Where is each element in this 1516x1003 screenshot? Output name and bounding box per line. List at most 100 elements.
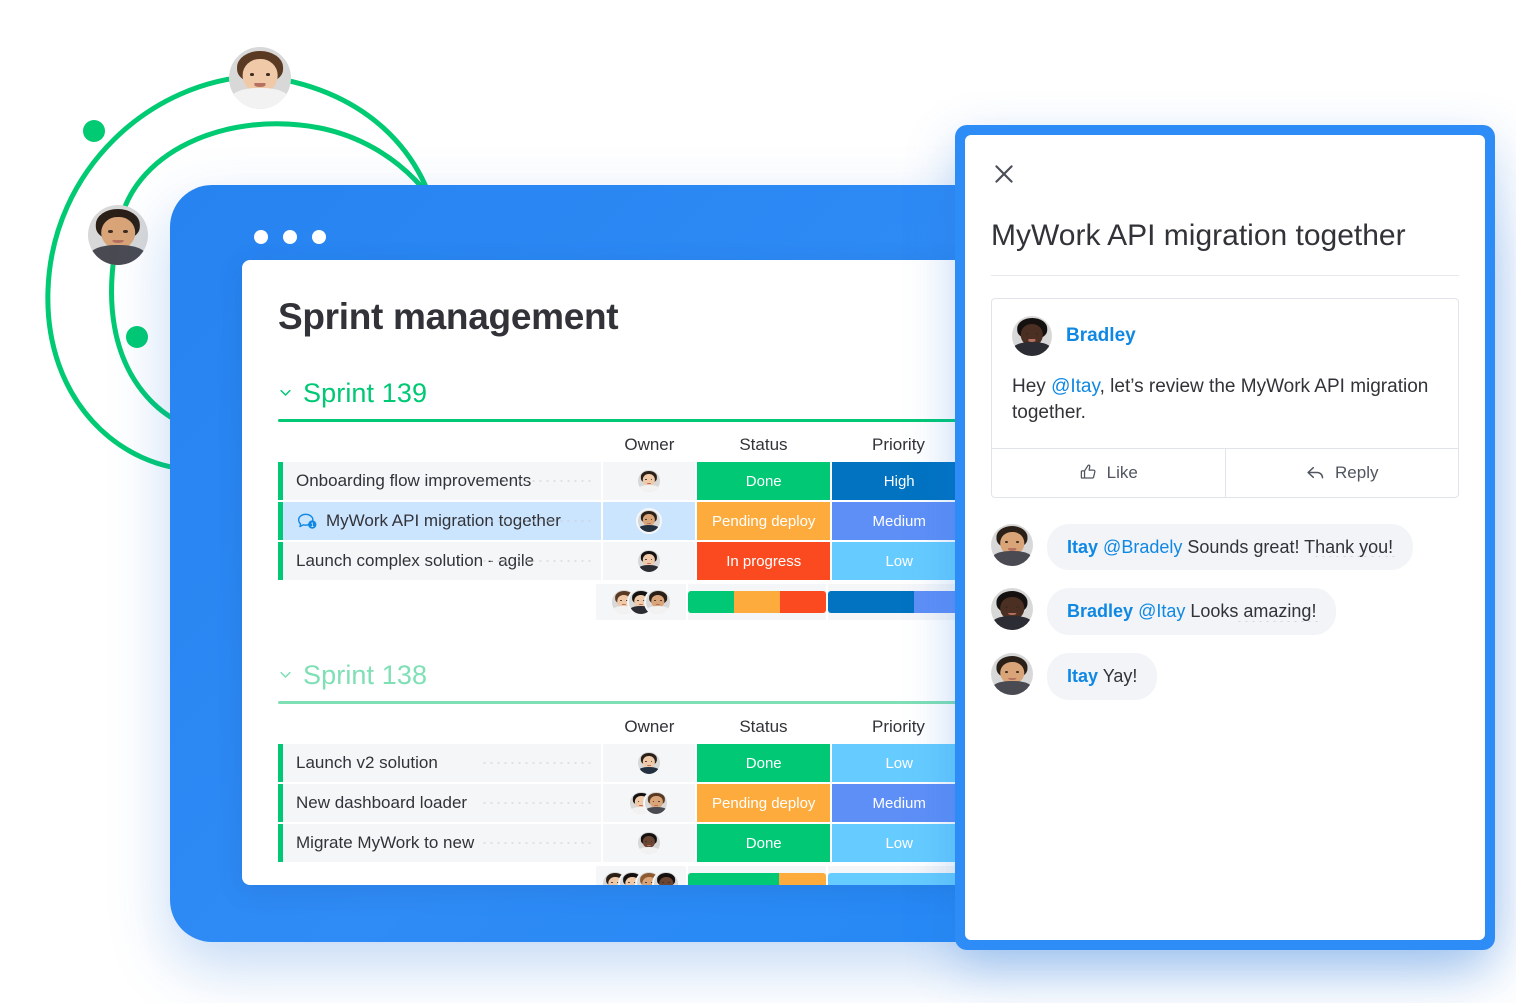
avatar xyxy=(1012,316,1052,356)
table-row[interactable]: Onboarding flow improvements Done High xyxy=(278,462,966,500)
summary-priority-cell[interactable] xyxy=(828,584,966,620)
owner-avatars[interactable] xyxy=(628,790,670,816)
mention-itay[interactable]: @Itay xyxy=(1051,376,1100,397)
owner-avatar xyxy=(635,508,662,534)
column-header-owner[interactable]: Owner xyxy=(603,717,696,737)
row-status-cell[interactable]: Done xyxy=(696,744,831,782)
column-header-status[interactable]: Status xyxy=(696,717,831,737)
table-row[interactable]: Launch v2 solution Done Low xyxy=(278,744,966,782)
status-label: Pending deploy xyxy=(712,794,816,812)
row-title-cell[interactable]: New dashboard loader xyxy=(278,784,601,822)
sprint-group-header[interactable]: Sprint 138 xyxy=(278,660,970,691)
row-title-cell[interactable]: Onboarding flow improvements xyxy=(278,462,601,500)
table-row[interactable]: 1 MyWork API migration together Pending de… xyxy=(278,502,966,540)
post-author-name[interactable]: Bradley xyxy=(1066,325,1136,347)
table-row[interactable]: Launch complex solution - agile In progre… xyxy=(278,542,966,580)
row-priority-cell[interactable]: Medium xyxy=(832,502,966,540)
reply-avatar xyxy=(991,653,1033,696)
sprint-group-title[interactable]: Sprint 138 xyxy=(303,660,427,691)
row-title-cell[interactable]: Migrate MyWork to new xyxy=(278,824,601,862)
row-title-text: Migrate MyWork to new xyxy=(296,833,475,852)
owner-avatars[interactable] xyxy=(635,468,662,494)
summary-priority-cell[interactable] xyxy=(828,866,966,885)
screenshot-root: Sprint management Sprint 139 Owner Status P… xyxy=(0,0,1516,1003)
row-status-cell[interactable]: Pending deploy xyxy=(696,784,831,822)
window-dot xyxy=(312,230,326,244)
chat-content: Bradley Hey @Itay, let’s review the MyWo… xyxy=(965,276,1485,701)
post-header: Bradley xyxy=(992,299,1458,356)
row-title-cell[interactable]: Launch complex solution - agile xyxy=(278,542,601,580)
reply-arrow-icon xyxy=(1307,467,1324,479)
row-status-cell[interactable]: Done xyxy=(696,462,831,500)
sprint-group-header[interactable]: Sprint 139 xyxy=(278,378,970,409)
summary-owner-cell[interactable] xyxy=(595,866,686,885)
summary-owner-avatars[interactable] xyxy=(601,870,681,885)
row-priority-cell[interactable]: Medium xyxy=(832,784,966,822)
row-priority-cell[interactable]: Low xyxy=(832,542,966,580)
column-header-priority[interactable]: Priority xyxy=(831,435,966,455)
close-icon[interactable] xyxy=(991,161,1017,187)
column-header-owner[interactable]: Owner xyxy=(603,435,696,455)
row-owner-cell[interactable] xyxy=(602,542,695,580)
reply-author-name[interactable]: Bradley xyxy=(1067,601,1133,621)
row-status-cell[interactable]: Pending deploy xyxy=(696,502,831,540)
chevron-down-icon[interactable] xyxy=(278,667,293,685)
row-dotted-filler xyxy=(480,520,591,522)
reply-mention[interactable]: @Itay xyxy=(1138,601,1185,621)
board-card: Sprint management Sprint 139 Owner Status P… xyxy=(242,260,970,885)
owner-avatar xyxy=(635,750,662,776)
row-dotted-filler xyxy=(480,560,591,562)
row-priority-cell[interactable]: Low xyxy=(832,744,966,782)
like-button[interactable]: Like xyxy=(992,449,1225,497)
owner-avatars[interactable] xyxy=(635,548,662,574)
priority-bar-segment xyxy=(828,873,966,885)
row-status-cell[interactable]: Done xyxy=(696,824,831,862)
row-owner-cell[interactable] xyxy=(602,462,695,500)
status-distribution-bar xyxy=(688,591,826,613)
row-owner-cell[interactable] xyxy=(602,784,695,822)
close-icon-glyph xyxy=(995,165,1013,183)
row-dotted-filler xyxy=(480,802,591,804)
reply-text: Yay! xyxy=(1102,666,1138,687)
owner-avatars[interactable] xyxy=(635,830,662,856)
summary-owner-avatar xyxy=(652,870,681,885)
reply-author-name[interactable]: Itay xyxy=(1067,666,1098,686)
column-header-priority[interactable]: Priority xyxy=(831,717,966,737)
row-title-cell[interactable]: Launch v2 solution xyxy=(278,744,601,782)
sprint-group-title[interactable]: Sprint 139 xyxy=(303,378,427,409)
reply-avatar xyxy=(991,588,1033,631)
priority-label: Medium xyxy=(872,512,926,530)
reply-item[interactable]: Bradley @Itay Looks amazing! xyxy=(991,588,1459,636)
row-owner-cell[interactable] xyxy=(602,824,695,862)
table-row[interactable]: Migrate MyWork to new Done Low xyxy=(278,824,966,862)
row-title-cell[interactable]: 1 MyWork API migration together xyxy=(278,502,601,540)
row-status-cell[interactable]: In progress xyxy=(696,542,831,580)
owner-avatars[interactable] xyxy=(635,750,662,776)
reply-mention[interactable]: @Bradely xyxy=(1103,537,1182,557)
row-title-text: Launch v2 solution xyxy=(296,753,438,772)
status-label: Done xyxy=(745,472,782,490)
summary-status-cell[interactable] xyxy=(688,866,826,885)
reply-item[interactable]: Itay Yay! xyxy=(991,653,1459,701)
row-priority-cell[interactable]: Low xyxy=(832,824,966,862)
row-priority-cell[interactable]: High xyxy=(832,462,966,500)
row-dotted-filler xyxy=(480,842,591,844)
table-row[interactable]: New dashboard loader Pending deploy Medium xyxy=(278,784,966,822)
summary-owner-avatars[interactable] xyxy=(609,588,672,616)
row-owner-cell[interactable] xyxy=(602,502,695,540)
owner-avatars[interactable] xyxy=(635,508,662,534)
summary-status-cell[interactable] xyxy=(688,584,826,620)
row-owner-cell[interactable] xyxy=(602,744,695,782)
summary-owner-avatar xyxy=(643,588,672,616)
reply-author-name[interactable]: Itay xyxy=(1067,537,1098,557)
chat-panel-frame: MyWork API migration together Bradley He… xyxy=(955,125,1495,950)
row-dotted-filler xyxy=(480,762,591,764)
column-header-status[interactable]: Status xyxy=(696,435,831,455)
chat-bubble-icon[interactable]: 1 xyxy=(296,511,318,531)
table-header-row: Owner Status Priority xyxy=(278,710,966,744)
reply-button[interactable]: Reply xyxy=(1224,448,1459,497)
chevron-down-icon[interactable] xyxy=(278,385,293,403)
thumbs-up-icon xyxy=(1080,464,1096,479)
reply-item[interactable]: Itay @Bradely Sounds great! Thank you! xyxy=(991,523,1459,571)
summary-owner-cell[interactable] xyxy=(595,584,686,620)
